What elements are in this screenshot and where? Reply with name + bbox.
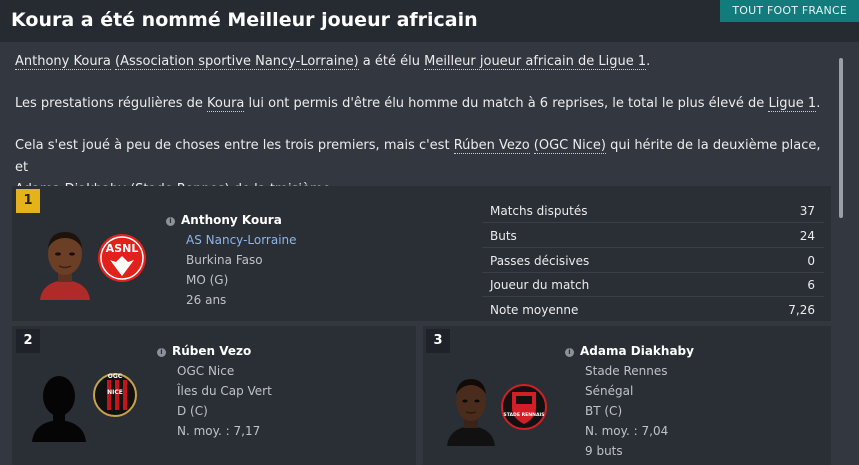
rank-badge-2: 2	[16, 329, 40, 353]
player-age: 26 ans	[186, 293, 227, 307]
stat-label-motm: Joueur du match	[490, 278, 590, 292]
stat-value-goals: 24	[799, 229, 815, 243]
stat-divider	[482, 296, 824, 297]
player-rating: N. moy. : 7,17	[177, 424, 261, 438]
stat-value-rating: 7,26	[788, 303, 815, 317]
player-nation: Îles du Cap Vert	[177, 384, 272, 398]
player-position: MO (G)	[186, 273, 229, 287]
info-icon[interactable]: i	[157, 348, 166, 357]
stat-label-rating: Note moyenne	[490, 303, 579, 317]
stat-label-assists: Passes décisives	[490, 254, 590, 268]
rank-badge-3: 3	[426, 329, 450, 353]
player-club[interactable]: Stade Rennes	[585, 364, 668, 378]
player-photo-diakhaby[interactable]	[443, 372, 499, 446]
news-source-tag[interactable]: TOUT FOOT FRANCE	[720, 0, 859, 22]
player-position: BT (C)	[585, 404, 623, 418]
player-nation: Burkina Faso	[186, 253, 263, 267]
svg-text:ASNL: ASNL	[106, 242, 139, 255]
news-title: Koura a été nommé Meilleur joueur africa…	[11, 9, 478, 31]
stat-divider	[482, 272, 824, 273]
svg-text:STADE RENNAIS: STADE RENNAIS	[503, 412, 544, 418]
player-name[interactable]: Anthony Koura	[181, 213, 282, 227]
article-paragraph-2: Les prestations régulières de Koura lui …	[15, 96, 821, 112]
player-club[interactable]: OGC Nice	[177, 364, 234, 378]
award-link[interactable]: Meilleur joueur africain de Ligue 1	[424, 54, 647, 70]
player-link-vezo[interactable]: Rúben Vezo	[453, 138, 530, 154]
stat-divider	[482, 222, 824, 223]
player-position: D (C)	[177, 404, 208, 418]
player-name[interactable]: Adama Diakhaby	[580, 344, 694, 358]
player-rating: N. moy. : 7,04	[585, 424, 669, 438]
player-link-koura[interactable]: Anthony Koura	[15, 54, 111, 70]
player-photo-silhouette[interactable]	[30, 366, 88, 442]
stat-label-goals: Buts	[490, 229, 517, 243]
svg-text:NICE: NICE	[107, 389, 123, 396]
info-icon[interactable]: i	[565, 348, 574, 357]
player-link-koura-2[interactable]: Koura	[207, 96, 245, 112]
info-icon[interactable]: i	[166, 217, 175, 226]
player-name[interactable]: Rúben Vezo	[172, 344, 251, 358]
club-crest-asnl[interactable]: ASNL	[96, 226, 148, 290]
player-nation: Sénégal	[585, 384, 634, 398]
stat-label-matches: Matchs disputés	[490, 204, 588, 218]
player-goals: 9 buts	[585, 444, 623, 458]
player-photo-koura[interactable]	[36, 224, 94, 300]
club-crest-stade-rennais[interactable]: STADE RENNAIS	[500, 378, 548, 436]
stat-divider	[482, 247, 824, 248]
club-link-nancy[interactable]: (Association sportive Nancy-Lorraine)	[115, 54, 359, 70]
article-paragraph-1: Anthony Koura (Association sportive Nanc…	[15, 54, 651, 70]
svg-text:OGC: OGC	[108, 373, 123, 380]
club-link-nice[interactable]: (OGC Nice)	[533, 138, 606, 154]
stat-value-motm: 6	[807, 278, 815, 292]
club-crest-ogcnice[interactable]: OGC NICE	[92, 364, 138, 426]
player-club[interactable]: AS Nancy-Lorraine	[186, 233, 297, 247]
rank-badge-1: 1	[16, 189, 40, 213]
stat-value-assists: 0	[807, 254, 815, 268]
title-bar: Koura a été nommé Meilleur joueur africa…	[0, 0, 859, 42]
stat-value-matches: 37	[799, 204, 815, 218]
scrollbar[interactable]	[839, 58, 843, 218]
competition-link-ligue1[interactable]: Ligue 1	[768, 96, 817, 112]
